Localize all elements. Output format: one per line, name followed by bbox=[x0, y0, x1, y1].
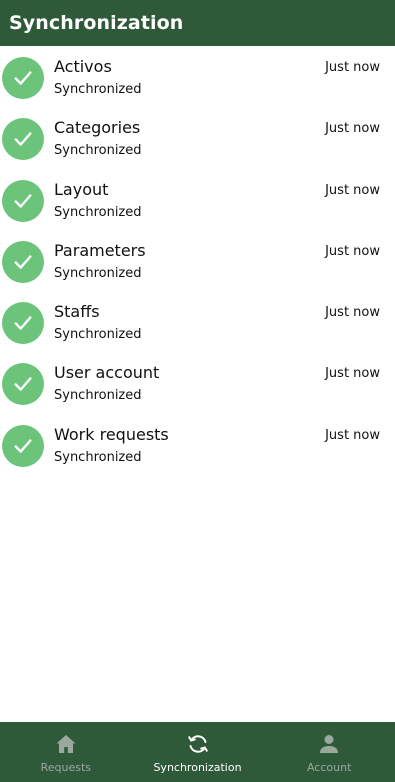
item-status: Synchronized bbox=[54, 265, 142, 281]
check-circle-icon bbox=[2, 57, 44, 99]
item-name: Categories bbox=[54, 118, 141, 138]
item-status: Synchronized bbox=[54, 82, 142, 97]
check-circle-icon bbox=[2, 118, 44, 161]
item-name: User account bbox=[54, 363, 160, 383]
check-circle-icon bbox=[2, 424, 44, 467]
page-title: Synchronization bbox=[9, 12, 184, 34]
list-item: Parameters Synchronized Just now bbox=[0, 230, 395, 291]
item-status: Synchronized bbox=[54, 204, 142, 220]
bottom-nav: Requests Synchronization Account bbox=[0, 722, 395, 782]
check-circle-icon bbox=[2, 179, 44, 222]
item-name: Layout bbox=[54, 179, 109, 199]
item-name: Activos bbox=[54, 57, 112, 76]
nav-label: Requests bbox=[40, 761, 92, 774]
list-item: Staffs Synchronized Just now bbox=[0, 291, 395, 352]
list-item: Work requests Synchronized Just now bbox=[0, 414, 395, 475]
person-icon bbox=[320, 735, 339, 753]
item-time: Just now bbox=[325, 427, 380, 443]
nav-label: Account bbox=[306, 761, 352, 774]
list-item: User account Synchronized Just now bbox=[0, 352, 395, 413]
item-time: Just now bbox=[325, 60, 380, 75]
item-status: Synchronized bbox=[54, 327, 142, 343]
app-bar: Synchronization bbox=[0, 0, 395, 46]
item-time: Just now bbox=[325, 243, 380, 259]
list-item: Categories Synchronized Just now bbox=[0, 107, 395, 168]
nav-label: Synchronization bbox=[153, 761, 242, 774]
check-circle-icon bbox=[2, 240, 44, 283]
item-time: Just now bbox=[325, 305, 380, 321]
item-name: Work requests bbox=[54, 424, 169, 444]
sync-icon bbox=[187, 735, 208, 753]
check-circle-icon bbox=[2, 302, 44, 345]
list-item: Activos Synchronized Just now bbox=[0, 46, 395, 107]
item-time: Just now bbox=[325, 121, 380, 137]
item-time: Just now bbox=[325, 182, 380, 198]
item-name: Staffs bbox=[54, 302, 100, 322]
sync-list: Activos Synchronized Just now Categories… bbox=[0, 46, 395, 475]
list-item: Layout Synchronized Just now bbox=[0, 169, 395, 230]
item-status: Synchronized bbox=[54, 143, 142, 159]
nav-account[interactable]: Account bbox=[263, 722, 395, 782]
home-icon bbox=[56, 735, 76, 753]
check-circle-icon bbox=[2, 363, 44, 406]
item-status: Synchronized bbox=[54, 388, 142, 404]
item-name: Parameters bbox=[54, 240, 146, 260]
nav-requests[interactable]: Requests bbox=[0, 722, 132, 782]
item-status: Synchronized bbox=[54, 449, 142, 465]
item-time: Just now bbox=[325, 366, 380, 382]
nav-synchronization[interactable]: Synchronization bbox=[132, 722, 264, 782]
